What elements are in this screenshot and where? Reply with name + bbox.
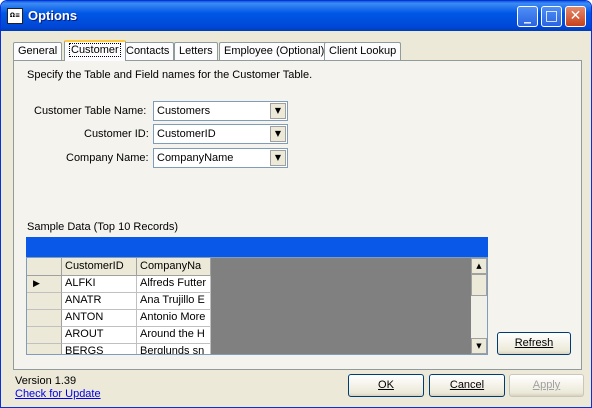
dropdown-arrow-icon[interactable]: ▼: [270, 150, 286, 166]
customer-table-name-label: Customer Table Name:: [34, 105, 147, 117]
check-for-update-link[interactable]: Check for Update: [15, 388, 101, 400]
sample-data-label: Sample Data (Top 10 Records): [27, 221, 179, 233]
apply-button-label: Apply: [532, 379, 561, 391]
grid-caption-bar: [26, 237, 488, 257]
cancel-button-label: Cancel: [449, 379, 485, 391]
sample-data-grid[interactable]: CustomerID CompanyNa ▶ ALFKI Alfreds Fut…: [26, 257, 488, 355]
ok-button[interactable]: OK: [348, 374, 424, 397]
company-name-value: CompanyName: [157, 152, 234, 164]
tab-contacts[interactable]: Contacts: [121, 42, 175, 60]
grid-cell[interactable]: Antonio More: [137, 310, 211, 327]
refresh-button[interactable]: Refresh: [497, 332, 571, 355]
row-pointer-icon[interactable]: ▶: [27, 276, 62, 293]
options-dialog: Ω≡ Options _ □ ✕ General Customer Contac…: [0, 0, 592, 408]
tab-customer[interactable]: Customer: [64, 40, 126, 61]
refresh-button-label: Refresh: [514, 337, 554, 349]
row-selector[interactable]: [27, 327, 62, 344]
scroll-up-icon[interactable]: ▲: [471, 258, 487, 274]
cancel-button[interactable]: Cancel: [429, 374, 505, 397]
grid-cell[interactable]: Berglunds sn: [137, 344, 211, 354]
grid-cell[interactable]: Alfreds Futter: [137, 276, 211, 293]
dropdown-arrow-icon[interactable]: ▼: [270, 103, 286, 119]
grid-cell[interactable]: ALFKI: [62, 276, 137, 293]
row-selector[interactable]: [27, 310, 62, 327]
row-selector[interactable]: [27, 344, 62, 354]
tab-client-lookup[interactable]: Client Lookup: [324, 42, 402, 60]
grid-cell[interactable]: AROUT: [62, 327, 137, 344]
scroll-thumb[interactable]: [471, 274, 487, 296]
title-bar[interactable]: Ω≡ Options _ □ ✕: [1, 1, 591, 31]
grid-cell[interactable]: Ana Trujillo E: [137, 293, 211, 310]
apply-button[interactable]: Apply: [509, 374, 584, 397]
row-selector[interactable]: [27, 293, 62, 310]
window-title: Options: [28, 8, 78, 23]
column-header-customerid[interactable]: CustomerID: [62, 258, 137, 276]
grid-cell[interactable]: BERGS: [62, 344, 137, 354]
grid-vertical-scrollbar[interactable]: ▲ ▼: [471, 258, 487, 354]
company-name-label: Company Name:: [66, 152, 149, 164]
customer-id-value: CustomerID: [157, 128, 216, 140]
tab-letters[interactable]: Letters: [174, 42, 218, 60]
customer-id-select[interactable]: CustomerID ▼: [153, 124, 288, 144]
tab-customer-label: Customer: [69, 43, 121, 57]
scroll-down-icon[interactable]: ▼: [471, 338, 487, 354]
version-text: Version 1.39: [15, 375, 77, 387]
maximize-button[interactable]: □: [541, 6, 562, 27]
grid-cell[interactable]: ANATR: [62, 293, 137, 310]
ok-button-label: OK: [378, 379, 394, 391]
tab-employee[interactable]: Employee (Optional): [219, 42, 330, 60]
app-icon: Ω≡: [7, 8, 23, 24]
grid-corner-header: [27, 258, 62, 276]
close-button[interactable]: ✕: [565, 6, 586, 27]
tab-general[interactable]: General: [13, 42, 63, 60]
column-header-companyname[interactable]: CompanyNa: [137, 258, 211, 276]
grid-cell[interactable]: Around the H: [137, 327, 211, 344]
customer-table-name-select[interactable]: Customers ▼: [153, 101, 288, 121]
customer-id-label: Customer ID:: [84, 128, 149, 140]
company-name-select[interactable]: CompanyName ▼: [153, 148, 288, 168]
dropdown-arrow-icon[interactable]: ▼: [270, 126, 286, 142]
instructions-text: Specify the Table and Field names for th…: [27, 69, 313, 81]
minimize-button[interactable]: _: [517, 6, 538, 27]
grid-cell[interactable]: ANTON: [62, 310, 137, 327]
customer-table-name-value: Customers: [157, 105, 211, 117]
